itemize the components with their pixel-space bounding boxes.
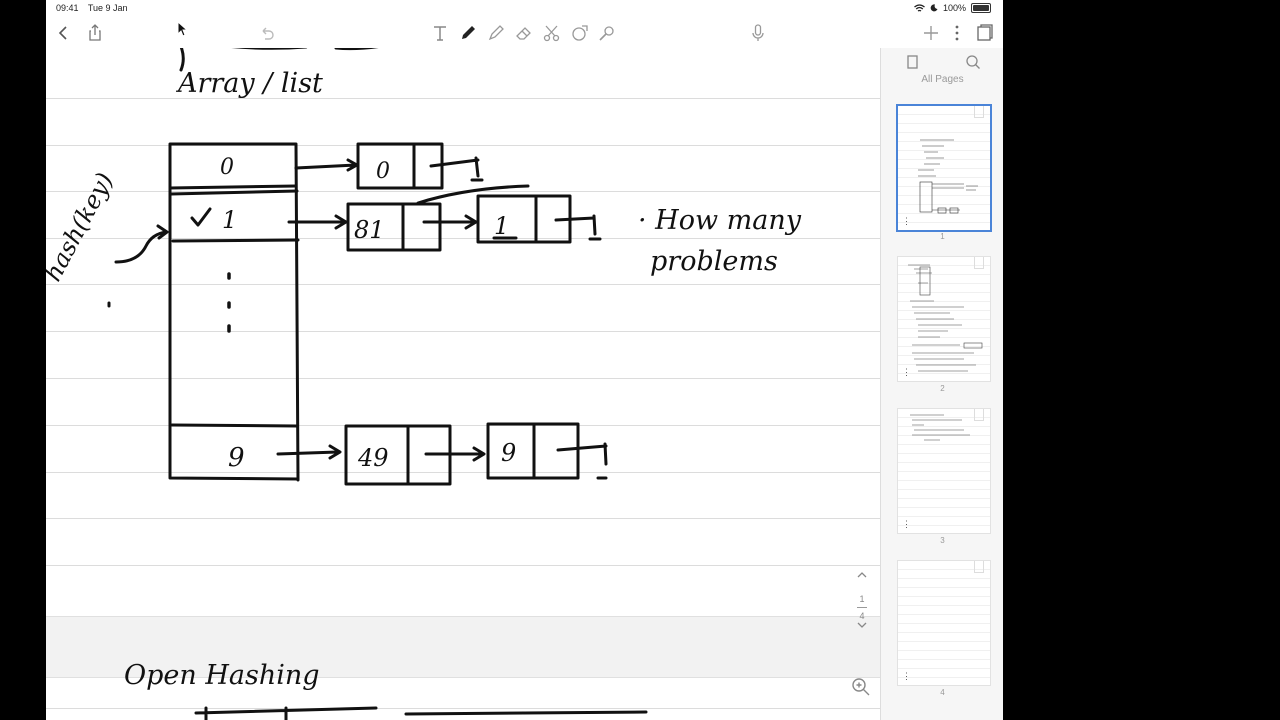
hash-arrow xyxy=(114,224,169,264)
page-thumbnail-2[interactable]: ⋮ xyxy=(897,256,991,382)
share-icon xyxy=(89,24,101,41)
thumbnail-more-icon[interactable]: ⋮ xyxy=(902,217,911,226)
microphone-button[interactable] xyxy=(746,21,770,45)
status-date: Tue 9 Jan xyxy=(87,3,128,13)
more-button[interactable] xyxy=(945,21,969,45)
arrow-81-1 xyxy=(416,184,530,230)
sidebar-tabs xyxy=(881,48,1003,76)
array-index-0: 0 xyxy=(220,155,234,180)
thumbnail-label-3: 3 xyxy=(940,536,945,545)
array-index-9: 9 xyxy=(228,443,245,473)
laser-pointer-icon xyxy=(599,26,614,41)
moon-icon xyxy=(930,4,938,12)
node-box-0 xyxy=(356,142,444,190)
ipad-screen: 09:41 Tue 9 Jan 100% Array / list 0 1 9 … xyxy=(46,0,1003,720)
null-pointer-0 xyxy=(429,156,484,182)
battery-icon xyxy=(971,3,991,13)
add-page-icon xyxy=(924,26,938,40)
lasso-button[interactable] xyxy=(540,21,564,45)
microphone-icon xyxy=(752,24,764,41)
array-index-1: 1 xyxy=(222,206,237,234)
share-button[interactable] xyxy=(83,21,107,45)
zoom-button[interactable] xyxy=(850,676,872,698)
heading-open-hashing: Open Hashing xyxy=(124,660,320,691)
thumbnail-label-4: 4 xyxy=(940,688,945,697)
thumbnail-label-1: 1 xyxy=(940,232,945,241)
pen-icon xyxy=(462,26,475,39)
wifi-icon xyxy=(914,3,925,12)
zoom-icon xyxy=(852,678,870,696)
toolbar xyxy=(46,18,1003,48)
eraser-button[interactable] xyxy=(512,21,536,45)
undo-icon xyxy=(262,27,274,40)
total-page-number: 4 xyxy=(859,611,865,621)
bookmark-icon[interactable] xyxy=(974,561,984,573)
pen-tool-button[interactable] xyxy=(456,21,480,45)
note-how-many: · How many xyxy=(638,205,802,236)
laser-pointer-button[interactable] xyxy=(595,21,619,45)
back-button[interactable] xyxy=(52,21,76,45)
page-number-divider xyxy=(857,607,867,608)
page-indicator: 1 4 xyxy=(850,570,874,631)
thumbnail-sketch xyxy=(908,264,983,372)
pages-button[interactable] xyxy=(973,21,997,45)
battery-percent: 100% xyxy=(942,3,966,13)
page-thumbnail-4[interactable]: ⋮ xyxy=(897,560,991,686)
thumbnail-lines xyxy=(898,561,990,685)
shapes-icon xyxy=(572,25,588,41)
pages-icon xyxy=(977,24,993,41)
chevron-down-icon[interactable] xyxy=(856,621,868,629)
thumbnail-sketch xyxy=(910,414,970,441)
heading-array-list: Array / list xyxy=(175,68,323,99)
status-bar: 09:41 Tue 9 Jan 100% xyxy=(46,0,1003,18)
eraser-icon xyxy=(516,27,531,40)
more-icon xyxy=(955,25,959,41)
arrow-0 xyxy=(294,158,359,172)
undo-button[interactable] xyxy=(255,21,279,45)
status-time: 09:41 xyxy=(56,3,79,13)
mouse-cursor-icon xyxy=(177,21,187,37)
page-thumbnail-1[interactable]: ⋮ xyxy=(896,104,992,232)
text-tool-button[interactable] xyxy=(428,21,452,45)
thumbnail-more-icon[interactable]: ⋮ xyxy=(902,368,911,377)
node-value-1: 1 xyxy=(494,212,509,240)
hash-key-label: hash(key) xyxy=(46,168,119,286)
note-problems: problems xyxy=(650,246,778,277)
add-page-button[interactable] xyxy=(919,21,943,45)
current-page-number: 1 xyxy=(859,594,865,604)
search-icon[interactable] xyxy=(964,53,982,71)
arrow-9 xyxy=(276,444,342,460)
arrow-49-9 xyxy=(424,446,486,462)
highlighter-button[interactable] xyxy=(484,21,508,45)
null-pointer-1 xyxy=(554,214,602,241)
handwriting-layer: Array / list 0 1 9 hash(key) 0 81 1 49 9… xyxy=(46,48,802,720)
shapes-button[interactable] xyxy=(568,21,592,45)
sidebar-title: All Pages xyxy=(921,74,964,85)
null-pointer-9 xyxy=(556,442,608,480)
note-page[interactable]: Array / list 0 1 9 hash(key) 0 81 1 49 9… xyxy=(46,48,880,720)
ink-stroke xyxy=(179,48,379,72)
check-mark xyxy=(190,207,212,227)
thumbnail-more-icon[interactable]: ⋮ xyxy=(902,672,911,681)
thumbnail-label-2: 2 xyxy=(940,384,945,393)
page-thumbnail-3[interactable]: ⋮ xyxy=(897,408,991,534)
chevron-up-icon[interactable] xyxy=(856,570,868,578)
thumbnail-sketch xyxy=(918,139,978,214)
node-value-49: 49 xyxy=(357,444,389,472)
node-value-9: 9 xyxy=(501,439,516,467)
pages-sidebar: All Pages ⋮ 1 ⋮ 2 ⋮ 3 ⋮ 4 xyxy=(880,48,1003,720)
text-tool-icon xyxy=(434,26,446,41)
bookmark-icon[interactable] xyxy=(974,106,984,118)
pages-tab-icon[interactable] xyxy=(904,53,922,71)
ink-stroke xyxy=(194,706,648,720)
chevron-left-icon xyxy=(58,26,67,40)
highlighter-icon xyxy=(488,25,504,41)
lasso-scissors-icon xyxy=(543,25,560,42)
thumbnail-more-icon[interactable]: ⋮ xyxy=(902,520,911,529)
node-value-81: 81 xyxy=(354,216,385,244)
node-value-0: 0 xyxy=(376,159,390,184)
